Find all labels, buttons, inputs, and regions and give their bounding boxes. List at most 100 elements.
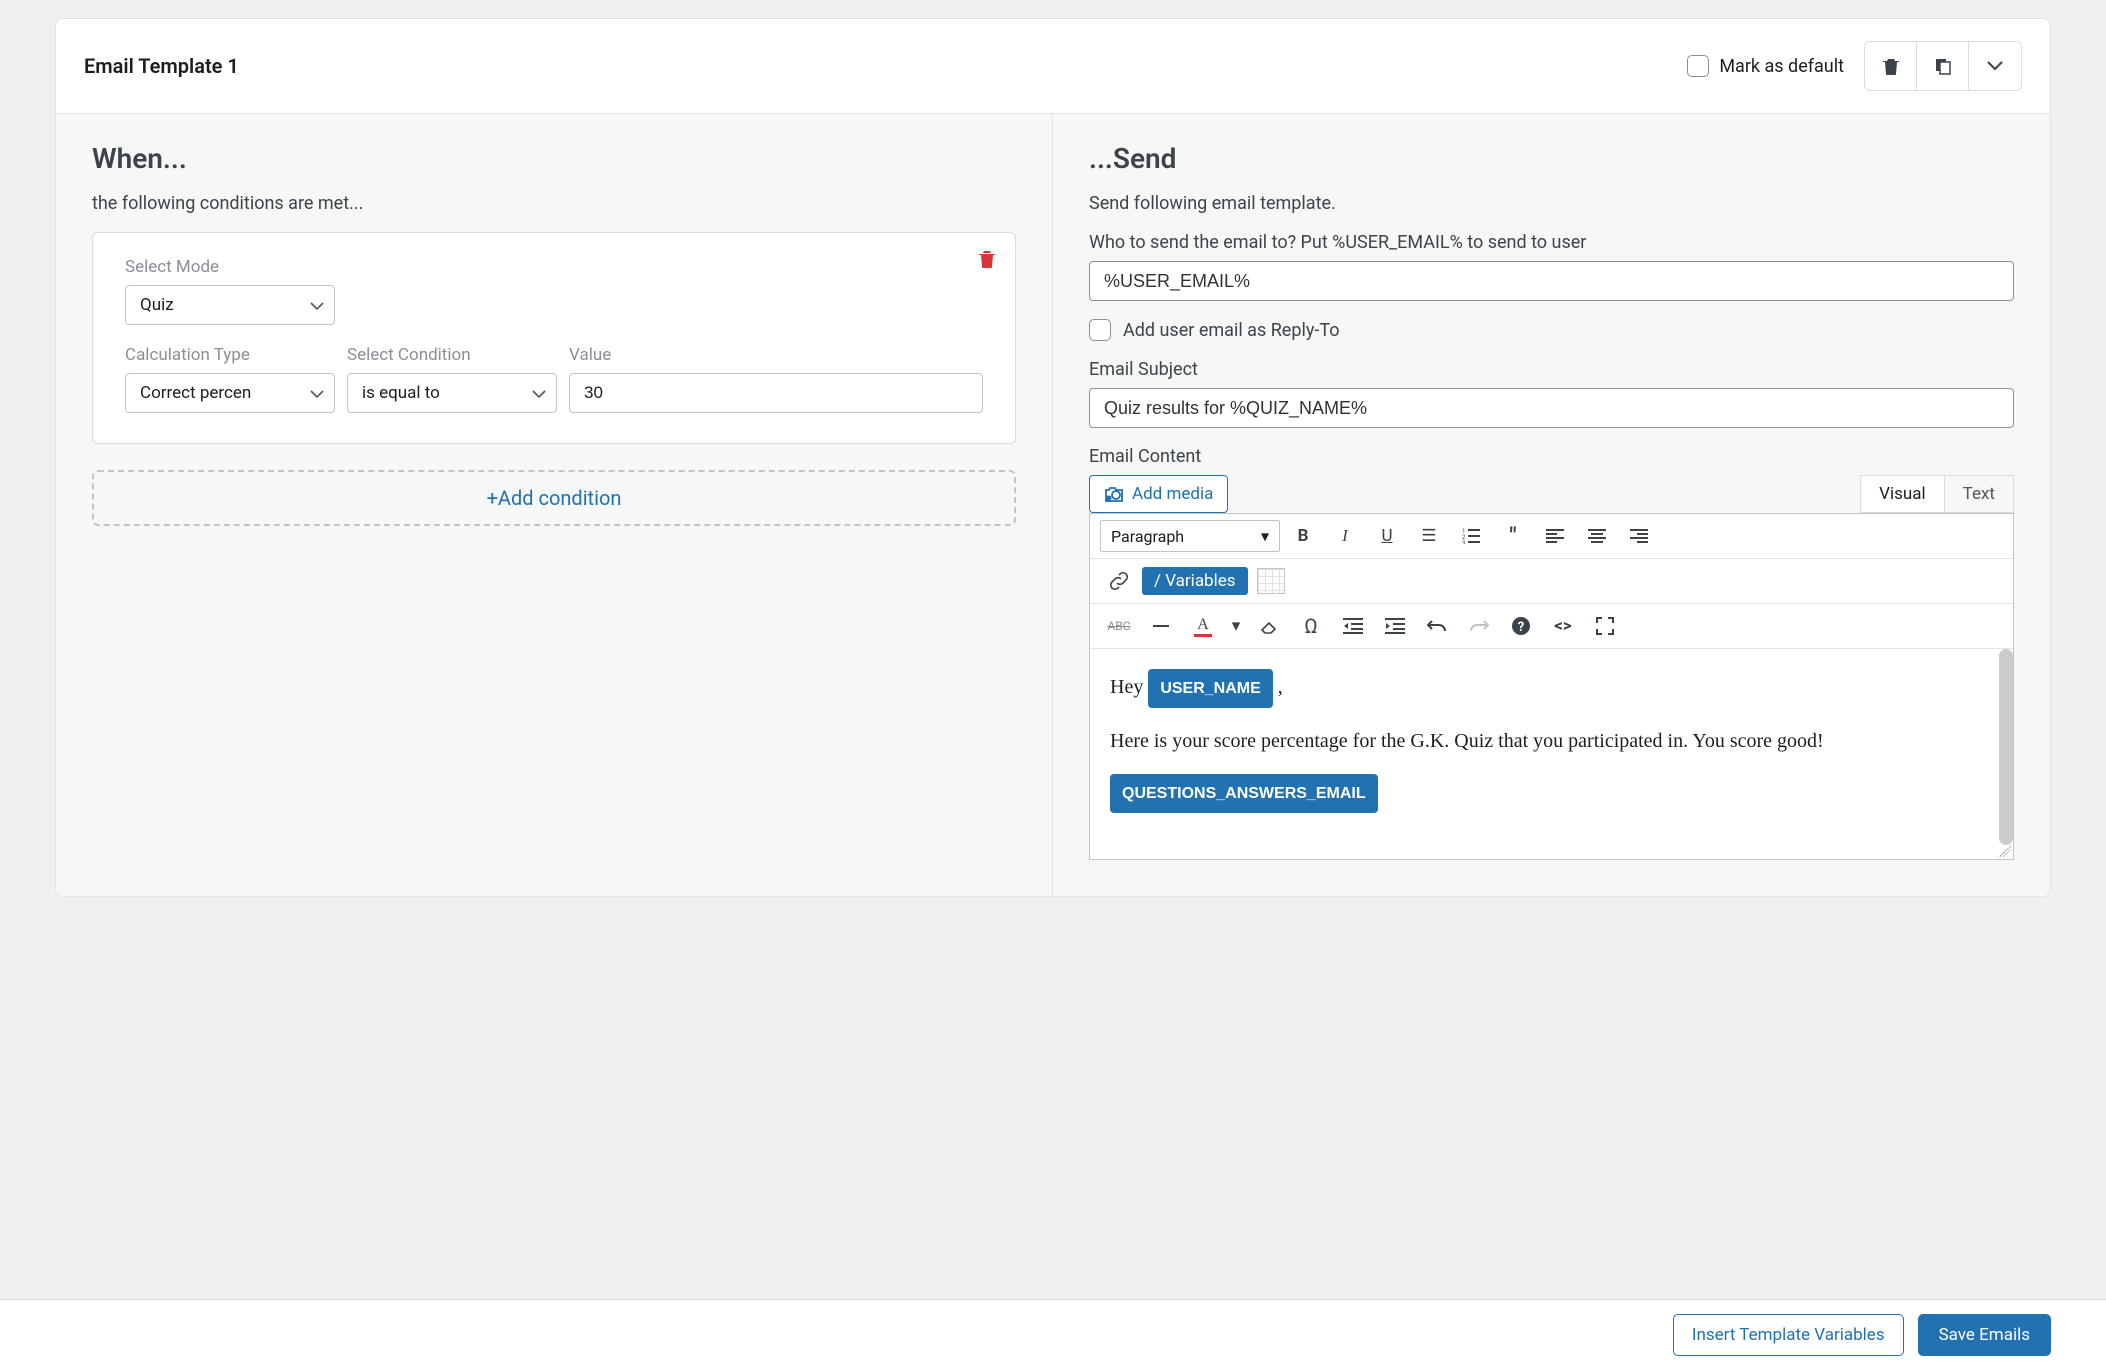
italic-button[interactable]: I bbox=[1326, 520, 1364, 552]
editor-mode-tabs: Visual Text bbox=[1860, 475, 2014, 513]
format-dropdown[interactable]: Paragraph ▾ bbox=[1100, 520, 1280, 552]
tab-text[interactable]: Text bbox=[1944, 476, 2013, 512]
chevron-down-icon bbox=[532, 383, 546, 403]
chevron-down-icon bbox=[310, 383, 324, 403]
bullet-list-button[interactable]: ☰ bbox=[1410, 520, 1448, 552]
quote-icon: " bbox=[1509, 524, 1516, 549]
select-mode-label: Select Mode bbox=[125, 257, 983, 277]
trash-icon bbox=[1883, 57, 1899, 75]
duplicate-button[interactable] bbox=[1917, 42, 1969, 90]
fullscreen-button[interactable] bbox=[1586, 610, 1624, 642]
bullet-list-icon: ☰ bbox=[1421, 526, 1436, 546]
code-icon: <> bbox=[1554, 616, 1571, 636]
text-color-dropdown[interactable]: ▾ bbox=[1226, 610, 1246, 642]
redo-button[interactable] bbox=[1460, 610, 1498, 642]
condition-row: Calculation Type Correct percen Select C… bbox=[125, 345, 983, 413]
select-condition-label: Select Condition bbox=[347, 345, 557, 365]
align-center-button[interactable] bbox=[1578, 520, 1616, 552]
align-right-button[interactable] bbox=[1620, 520, 1658, 552]
editor-content-area[interactable]: Hey USER_NAME , Here is your score perce… bbox=[1090, 649, 2013, 859]
help-icon: ? bbox=[1511, 616, 1531, 636]
subject-input[interactable] bbox=[1089, 388, 2014, 428]
toolbar-row-3: ABC A ▾ Ω bbox=[1090, 604, 2013, 649]
header-actions: Mark as default bbox=[1687, 41, 2022, 91]
calc-type-label: Calculation Type bbox=[125, 345, 335, 365]
mark-default-checkbox[interactable]: Mark as default bbox=[1687, 55, 1844, 77]
send-heading: ...Send bbox=[1089, 142, 2014, 175]
insert-variables-button[interactable]: Insert Template Variables bbox=[1673, 1314, 1904, 1356]
add-media-label: Add media bbox=[1132, 484, 1213, 504]
undo-button[interactable] bbox=[1418, 610, 1456, 642]
text-color-button[interactable]: A bbox=[1184, 610, 1222, 642]
align-center-icon bbox=[1588, 529, 1606, 543]
bold-button[interactable]: B bbox=[1284, 520, 1322, 552]
select-mode-dropdown[interactable]: Quiz bbox=[125, 285, 335, 325]
table-button[interactable] bbox=[1252, 565, 1290, 597]
footer-bar: Insert Template Variables Save Emails bbox=[0, 1299, 2106, 1370]
select-condition-dropdown[interactable]: is equal to bbox=[347, 373, 557, 413]
underline-icon: U bbox=[1381, 526, 1392, 546]
mark-default-label: Mark as default bbox=[1719, 56, 1844, 77]
editor-header: Add media Visual Text bbox=[1089, 475, 2014, 513]
help-button[interactable]: ? bbox=[1502, 610, 1540, 642]
indent-button[interactable] bbox=[1376, 610, 1414, 642]
omega-icon: Ω bbox=[1304, 614, 1317, 638]
clear-formatting-button[interactable] bbox=[1250, 610, 1288, 642]
user-name-variable[interactable]: USER_NAME bbox=[1148, 669, 1272, 708]
recipient-label: Who to send the email to? Put %USER_EMAI… bbox=[1089, 232, 2014, 253]
caret-down-icon: ▾ bbox=[1232, 616, 1241, 636]
add-media-button[interactable]: Add media bbox=[1089, 475, 1228, 513]
undo-icon bbox=[1427, 618, 1447, 634]
save-emails-button[interactable]: Save Emails bbox=[1918, 1314, 2051, 1356]
delete-button[interactable] bbox=[1865, 42, 1917, 90]
numbered-list-button[interactable]: 123 bbox=[1452, 520, 1490, 552]
align-right-icon bbox=[1630, 529, 1648, 543]
subject-label: Email Subject bbox=[1089, 359, 2014, 380]
value-input[interactable] bbox=[569, 373, 983, 413]
blockquote-button[interactable]: " bbox=[1494, 520, 1532, 552]
format-value: Paragraph bbox=[1111, 527, 1184, 546]
code-button[interactable]: <> bbox=[1544, 610, 1582, 642]
panel-body: When... the following conditions are met… bbox=[56, 114, 2050, 896]
link-icon bbox=[1109, 571, 1129, 591]
reply-to-checkbox[interactable]: Add user email as Reply-To bbox=[1089, 319, 1339, 341]
select-condition-value: is equal to bbox=[362, 383, 440, 403]
chevron-down-icon bbox=[310, 295, 324, 315]
content-label: Email Content bbox=[1089, 446, 2014, 467]
align-left-button[interactable] bbox=[1536, 520, 1574, 552]
camera-icon bbox=[1104, 485, 1124, 503]
questions-answers-variable[interactable]: QUESTIONS_ANSWERS_EMAIL bbox=[1110, 774, 1378, 813]
editor-scrollbar[interactable] bbox=[1999, 649, 2013, 845]
svg-text:3: 3 bbox=[1462, 540, 1465, 544]
indent-icon bbox=[1385, 618, 1405, 634]
select-mode-value: Quiz bbox=[140, 295, 174, 315]
when-column: When... the following conditions are met… bbox=[56, 114, 1053, 896]
reply-to-label: Add user email as Reply-To bbox=[1123, 320, 1339, 341]
rich-text-editor: Paragraph ▾ B I U ☰ 123 " bbox=[1089, 513, 2014, 860]
add-condition-button[interactable]: +Add condition bbox=[92, 470, 1016, 526]
body-text: Here is your score percentage for the G.… bbox=[1110, 724, 1993, 758]
grid-icon bbox=[1257, 568, 1285, 594]
svg-text:?: ? bbox=[1518, 620, 1524, 635]
align-left-icon bbox=[1546, 529, 1564, 543]
recipient-input[interactable] bbox=[1089, 261, 2014, 301]
outdent-button[interactable] bbox=[1334, 610, 1372, 642]
numbered-list-icon: 123 bbox=[1462, 528, 1480, 544]
link-button[interactable] bbox=[1100, 565, 1138, 597]
bold-icon: B bbox=[1298, 526, 1309, 546]
copy-icon bbox=[1934, 57, 1952, 75]
trash-icon bbox=[979, 249, 995, 269]
header-icon-buttons bbox=[1864, 41, 2022, 91]
outdent-icon bbox=[1343, 618, 1363, 634]
special-char-button[interactable]: Ω bbox=[1292, 610, 1330, 642]
calc-type-dropdown[interactable]: Correct percen bbox=[125, 373, 335, 413]
collapse-button[interactable] bbox=[1969, 42, 2021, 90]
variables-button[interactable]: / Variables bbox=[1142, 567, 1248, 595]
remove-condition-button[interactable] bbox=[979, 249, 995, 273]
send-column: ...Send Send following email template. W… bbox=[1053, 114, 2050, 896]
tab-visual[interactable]: Visual bbox=[1861, 476, 1943, 512]
horizontal-rule-button[interactable] bbox=[1142, 610, 1180, 642]
strikethrough-button[interactable]: ABC bbox=[1100, 610, 1138, 642]
underline-button[interactable]: U bbox=[1368, 520, 1406, 552]
condition-card: Select Mode Quiz Calculation Type Correc… bbox=[92, 232, 1016, 444]
